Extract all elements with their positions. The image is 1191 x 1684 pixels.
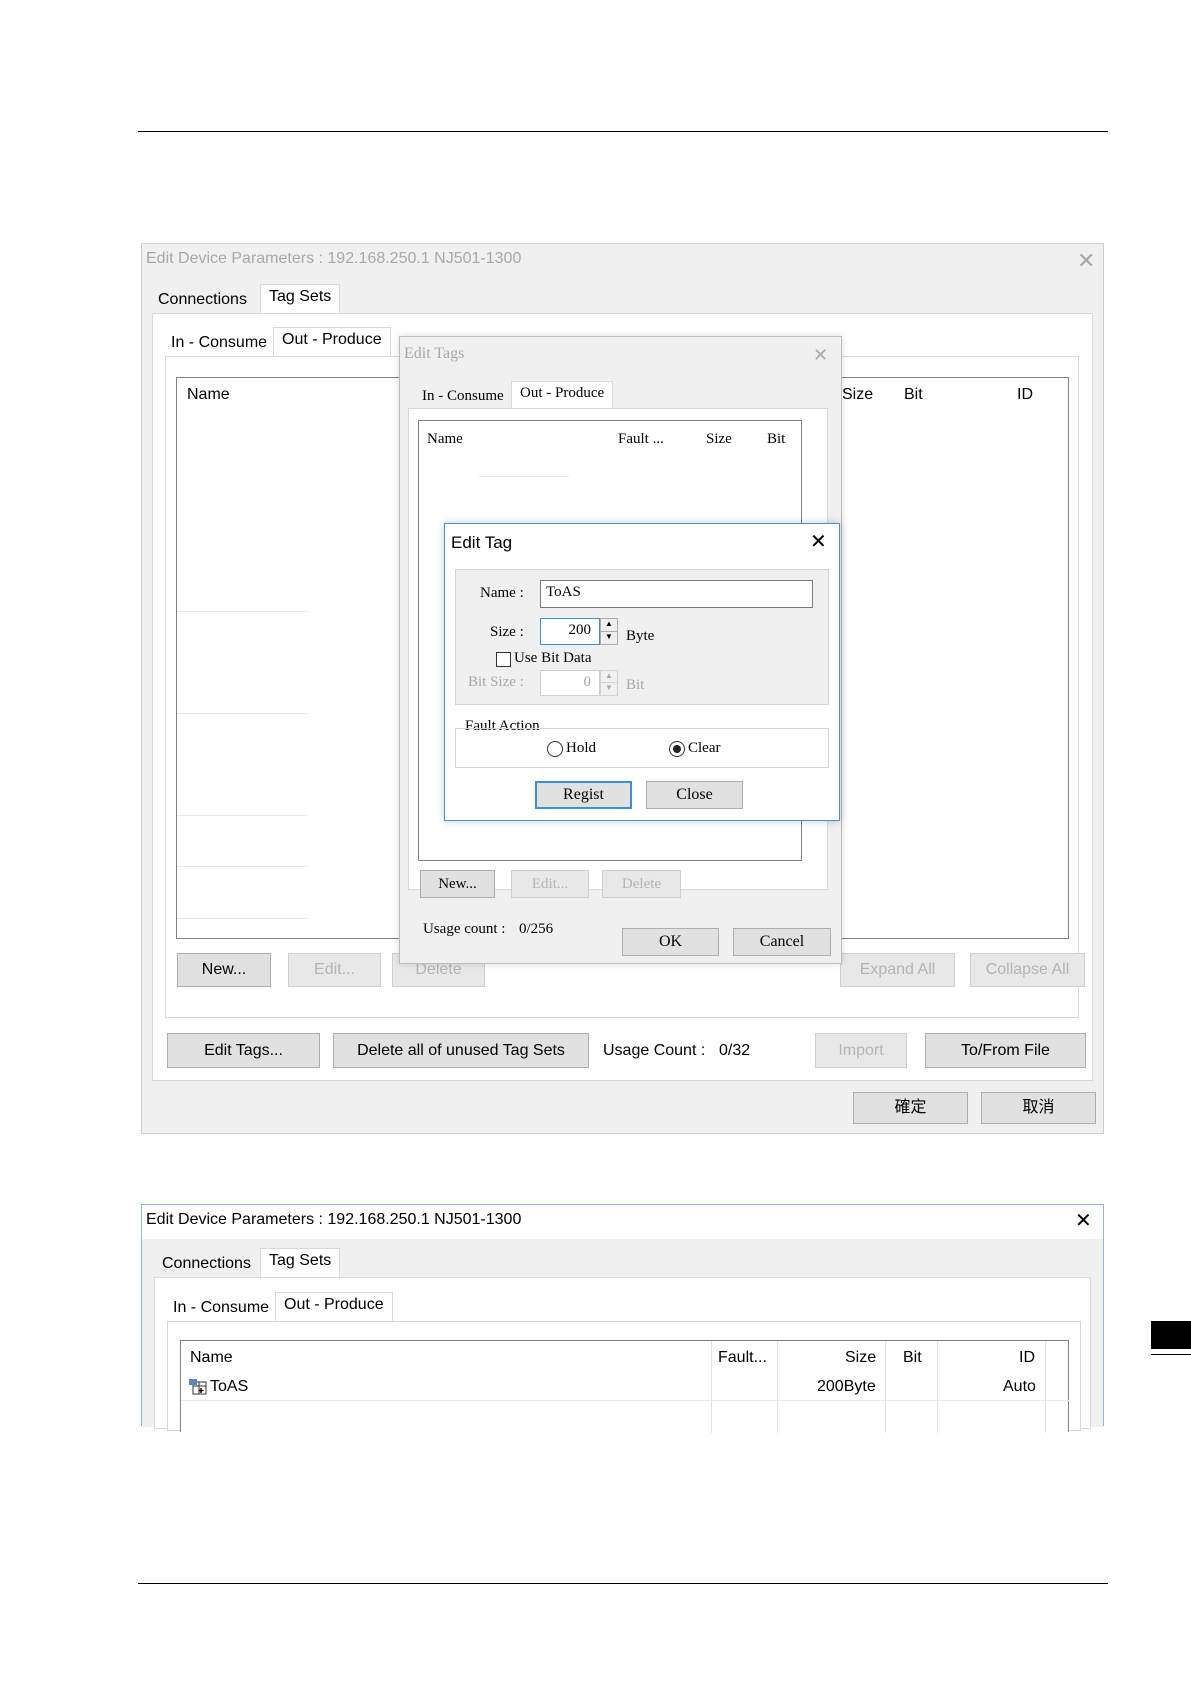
hold-label: Hold bbox=[566, 740, 596, 756]
spin-down-icon[interactable]: ▼ bbox=[600, 682, 618, 696]
usage-count-label: Usage Count : bbox=[603, 1042, 706, 1059]
column-name[interactable]: Name bbox=[427, 431, 463, 448]
to-from-file-button[interactable]: To/From File bbox=[925, 1033, 1086, 1068]
edit-tags-button[interactable]: Edit Tags... bbox=[167, 1033, 320, 1068]
column-id[interactable]: ID bbox=[1019, 1349, 1035, 1367]
bit-size-value: 0 bbox=[583, 674, 592, 690]
tab-connections[interactable]: Connections bbox=[154, 1252, 259, 1276]
ok-button[interactable]: 確定 bbox=[853, 1092, 968, 1124]
dialog-title: Edit Tags bbox=[404, 345, 465, 362]
clear-label: Clear bbox=[688, 740, 721, 756]
subtab-in-consume[interactable]: In - Consume bbox=[163, 331, 276, 355]
table-row[interactable]: ToAS 200Byte Auto bbox=[181, 1375, 1070, 1399]
dialog-title: Edit Tag bbox=[451, 533, 513, 552]
delete-unused-tag-sets-button[interactable]: Delete all of unused Tag Sets bbox=[333, 1033, 589, 1068]
name-label: Name : bbox=[480, 585, 524, 601]
bit-size-label: Bit Size : bbox=[468, 674, 524, 690]
close-icon[interactable]: ✕ bbox=[810, 531, 827, 553]
tab-connections[interactable]: Connections bbox=[150, 288, 255, 312]
edit-tag-set-button[interactable]: Edit... bbox=[288, 953, 381, 987]
close-icon[interactable]: ✕ bbox=[1077, 250, 1095, 272]
bit-unit-label: Bit bbox=[626, 677, 645, 693]
subtab-in-consume[interactable]: In - Consume bbox=[165, 1296, 278, 1320]
list-gridline bbox=[177, 866, 307, 867]
subtab-in-consume[interactable]: In - Consume bbox=[414, 385, 512, 408]
column-fault[interactable]: Fault ... bbox=[618, 431, 664, 448]
column-size[interactable]: Size bbox=[845, 1349, 876, 1367]
column-id[interactable]: ID bbox=[1017, 386, 1033, 404]
list-gridline bbox=[479, 476, 569, 477]
column-bit[interactable]: Bit bbox=[904, 386, 923, 404]
cancel-button[interactable]: 取消 bbox=[981, 1092, 1096, 1124]
bit-size-stepper[interactable]: 0 bbox=[540, 670, 600, 696]
size-value: 200 bbox=[568, 622, 592, 638]
column-bit[interactable]: Bit bbox=[767, 431, 785, 448]
edit-tag-dialog: Edit Tag ✕ Name : ToAS Size : 200 ▲ ▼ By… bbox=[444, 523, 840, 821]
row-name: ToAS bbox=[210, 1378, 249, 1395]
tag-set-area: Name Fault... Size Bit ID ToAS 200Byte A… bbox=[167, 1321, 1081, 1433]
list-gridline bbox=[177, 815, 307, 816]
tag-sets-panel: In - Consume Out - Produce Name Fault...… bbox=[154, 1277, 1091, 1433]
ok-button[interactable]: OK bbox=[622, 928, 719, 956]
size-label: Size : bbox=[490, 624, 524, 640]
tag-set-list[interactable]: Name Fault... Size Bit ID ToAS 200Byte A… bbox=[180, 1340, 1070, 1433]
cancel-button[interactable]: Cancel bbox=[733, 928, 831, 956]
subtab-out-produce[interactable]: Out - Produce bbox=[511, 381, 614, 409]
tag-settings-group: Name : ToAS Size : 200 ▲ ▼ Byte Use Bit … bbox=[455, 569, 829, 705]
window-title: Edit Device Parameters : 192.168.250.1 N… bbox=[146, 250, 522, 267]
list-gridline bbox=[177, 918, 307, 919]
expand-all-button[interactable]: Expand All bbox=[840, 953, 955, 987]
column-bit[interactable]: Bit bbox=[903, 1349, 922, 1367]
window-body: Connections Tag Sets In - Consume Out - … bbox=[142, 1239, 1103, 1433]
footer-rule bbox=[138, 1583, 1108, 1584]
size-stepper[interactable]: 200 bbox=[540, 618, 600, 645]
header-rule bbox=[138, 131, 1108, 132]
row-gridline bbox=[181, 1400, 1070, 1401]
list-gridline bbox=[177, 713, 307, 714]
row-id: Auto bbox=[1003, 1378, 1036, 1395]
use-bit-data-label: Use Bit Data bbox=[514, 650, 592, 666]
collapse-all-button[interactable]: Collapse All bbox=[970, 953, 1085, 987]
subtab-out-produce[interactable]: Out - Produce bbox=[273, 327, 391, 357]
column-fault[interactable]: Fault... bbox=[718, 1349, 767, 1367]
close-icon[interactable]: ✕ bbox=[813, 344, 828, 366]
usage-count-value: 0/256 bbox=[519, 921, 554, 937]
tag-set-icon bbox=[189, 1379, 207, 1395]
fault-action-group: Hold Clear bbox=[455, 728, 829, 768]
column-name[interactable]: Name bbox=[187, 386, 230, 404]
delete-tag-button[interactable]: Delete bbox=[602, 870, 681, 898]
hold-radio[interactable] bbox=[547, 741, 563, 757]
name-field[interactable]: ToAS bbox=[540, 580, 813, 608]
import-button[interactable]: Import bbox=[815, 1033, 907, 1068]
size-unit-label: Byte bbox=[626, 628, 655, 644]
window-title: Edit Device Parameters : 192.168.250.1 N… bbox=[146, 1211, 522, 1228]
spin-down-icon[interactable]: ▼ bbox=[600, 631, 618, 645]
close-icon[interactable]: ✕ bbox=[1075, 1210, 1092, 1232]
edit-device-parameters-window-2: Edit Device Parameters : 192.168.250.1 N… bbox=[141, 1204, 1104, 1433]
regist-button[interactable]: Regist bbox=[535, 781, 632, 809]
close-button[interactable]: Close bbox=[646, 781, 743, 809]
usage-count-label: Usage count : bbox=[423, 921, 506, 937]
column-name[interactable]: Name bbox=[190, 1349, 233, 1367]
column-size[interactable]: Size bbox=[842, 386, 873, 404]
chapter-tab-underline bbox=[1151, 1354, 1191, 1355]
usage-count-value: 0/32 bbox=[719, 1042, 751, 1059]
tab-tag-sets[interactable]: Tag Sets bbox=[260, 1248, 341, 1278]
edit-tag-button[interactable]: Edit... bbox=[511, 870, 589, 898]
new-tag-button[interactable]: New... bbox=[420, 870, 495, 898]
new-tag-set-button[interactable]: New... bbox=[177, 953, 271, 987]
use-bit-data-checkbox[interactable] bbox=[496, 652, 511, 667]
list-gridline bbox=[177, 611, 307, 612]
name-field-value: ToAS bbox=[546, 584, 581, 600]
tab-tag-sets[interactable]: Tag Sets bbox=[260, 284, 341, 314]
subtab-out-produce[interactable]: Out - Produce bbox=[275, 1292, 393, 1322]
row-size: 200Byte bbox=[817, 1378, 876, 1395]
spin-up-icon[interactable]: ▲ bbox=[600, 618, 618, 632]
clear-radio[interactable] bbox=[669, 741, 685, 757]
column-size[interactable]: Size bbox=[706, 431, 732, 448]
chapter-tab-marker bbox=[1151, 1321, 1191, 1349]
